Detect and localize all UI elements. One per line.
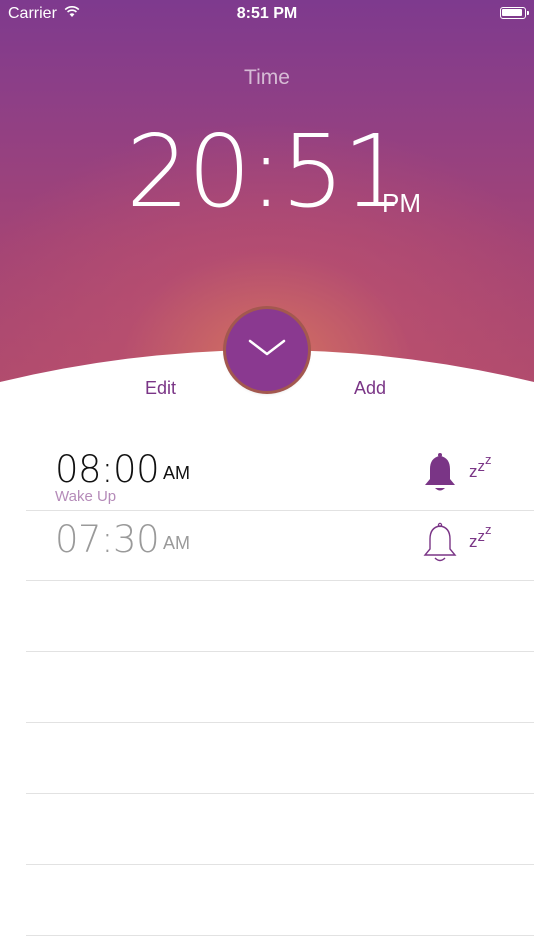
- alarm-time: 08:00: [55, 448, 160, 491]
- time-heading: Time: [244, 66, 290, 89]
- bell-filled-icon[interactable]: [422, 452, 458, 492]
- status-bar: Carrier 8:51 PM: [0, 0, 534, 28]
- bell-outline-icon[interactable]: [422, 522, 458, 562]
- alarm-row-2[interactable]: 07:30 AM zzz: [26, 510, 534, 581]
- alarm-ampm: AM: [163, 463, 190, 483]
- empty-row: [26, 581, 534, 652]
- edit-button[interactable]: Edit: [145, 378, 176, 399]
- current-time: 20:51: [126, 113, 406, 230]
- alarm-label: Wake Up: [55, 488, 117, 505]
- current-ampm: PM: [382, 188, 421, 218]
- alarm-time: 07:30: [55, 518, 160, 561]
- collapse-toggle-button[interactable]: [226, 309, 308, 391]
- snooze-icon[interactable]: zzz: [469, 452, 492, 481]
- empty-row: [26, 652, 534, 723]
- alarm-ampm: AM: [163, 533, 190, 553]
- battery-icon: [500, 7, 529, 19]
- empty-row: [26, 794, 534, 865]
- empty-row: [26, 723, 534, 794]
- alarm-row-1[interactable]: 08:00 AM Wake Up zzz: [26, 440, 534, 511]
- chevron-down-icon: [248, 339, 286, 356]
- snooze-icon[interactable]: zzz: [469, 522, 492, 551]
- add-button[interactable]: Add: [354, 378, 386, 399]
- empty-row: [26, 865, 534, 936]
- status-clock: 8:51 PM: [236, 5, 298, 22]
